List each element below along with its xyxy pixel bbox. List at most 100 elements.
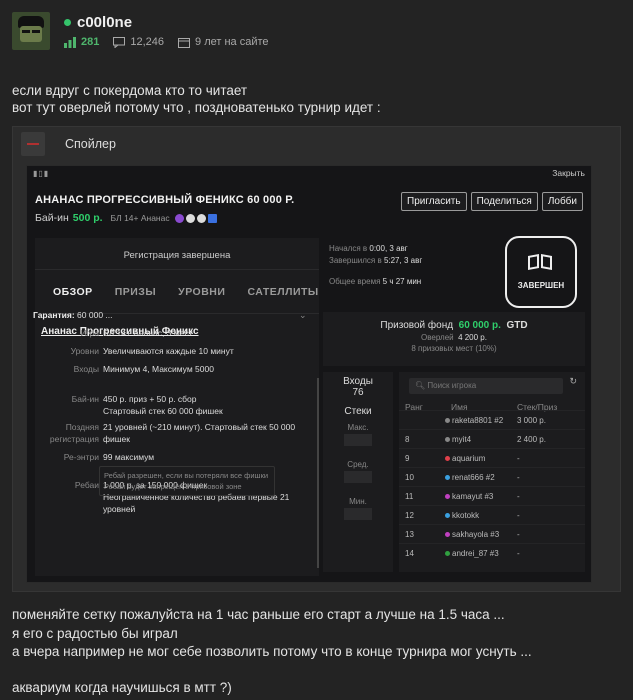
player-status-icon: [445, 513, 450, 518]
refresh-icon[interactable]: ↻: [569, 376, 577, 387]
player-row[interactable]: 11 kamayut #3 -: [399, 486, 585, 505]
spoiler-toggle[interactable]: Спойлер: [13, 127, 620, 161]
player-status-icon: [445, 418, 450, 423]
detail-key: Входы: [73, 364, 99, 374]
post-text-line: а вчера например не мог себе позволить п…: [12, 644, 532, 659]
tab-prizes[interactable]: ПРИЗЫ: [115, 286, 156, 298]
invite-button[interactable]: Пригласить: [401, 192, 467, 211]
rebuy-badge-icon: [185, 213, 195, 223]
finished-badge-label: ЗАВЕРШЕН: [517, 280, 565, 290]
prize-gtd: GTD: [506, 320, 528, 331]
tab-satellites[interactable]: САТЕЛЛИТЫ: [247, 286, 318, 298]
player-row[interactable]: 14 andrei_87 #3 -: [399, 543, 585, 562]
registration-status: Регистрация завершена: [35, 242, 319, 270]
stack-max-bar: [344, 434, 372, 446]
started-value: 0:00, 3 авг: [369, 244, 408, 253]
player-rank: 8: [405, 435, 410, 444]
stack-avg-bar: [344, 471, 372, 483]
username-link[interactable]: c00l0ne: [77, 14, 132, 31]
close-button[interactable]: Закрыть: [552, 168, 585, 178]
guarantee-value: 60 000 ...: [77, 310, 113, 320]
prize-pool-panel: Призовой фонд 60 000 р. GTD Оверлей 4 20…: [323, 312, 585, 366]
player-status-icon: [445, 456, 450, 461]
stack-min-label: Мин.: [349, 497, 367, 506]
detail-key: Уровни: [70, 346, 99, 356]
post-text-line: если вдруг с покердома кто то читает: [12, 83, 248, 98]
player-row[interactable]: 10 renat666 #2 -: [399, 467, 585, 486]
rebuy-note-line: Ребай разрешен, если вы потеряли все фиш…: [104, 471, 269, 480]
detail-value: 21 уровней (~210 минут). Стартовый стек …: [103, 422, 296, 432]
detail-value: Стартовый стек 60 000 фишек: [103, 406, 223, 416]
on-site-stat: 9 лет на сайте: [178, 36, 269, 48]
player-rank: 9: [405, 454, 410, 463]
player-row[interactable]: raketa8801 #2 3 000 р.: [399, 410, 585, 429]
player-rank: 13: [405, 530, 414, 539]
player-stack: 2 400 р.: [517, 435, 546, 444]
spoiler-icon: [21, 132, 45, 156]
search-placeholder: Поиск игрока: [427, 381, 477, 390]
tournament-screenshot: ▮▯▮ Закрыть АНАНАС ПРОГРЕССИВНЫЙ ФЕНИКС …: [26, 165, 592, 583]
detail-value: фишек: [103, 434, 131, 444]
finished-value: 5:27, 3 авг: [383, 256, 423, 265]
player-stack: 3 000 р.: [517, 416, 546, 425]
detail-value: БЛ 14+ Ананас, 3 мест: [103, 328, 193, 338]
detail-value: Минимум 4, Максимум 5000: [103, 364, 214, 374]
overlay-label: Оверлей: [421, 333, 454, 342]
share-button[interactable]: Поделиться: [470, 192, 538, 211]
overlay-value: 4 200 р.: [458, 333, 487, 342]
player-status-icon: [445, 494, 450, 499]
detail-key: Ре-энтри: [63, 452, 99, 462]
total-value: 5 ч 27 мин: [382, 277, 422, 286]
game-badge-icon: [174, 213, 184, 223]
prize-label: Призовой фонд: [380, 320, 454, 331]
lobby-button[interactable]: Лобби: [541, 192, 583, 211]
detail-value: уровней: [103, 504, 136, 514]
detail-key: Ребаи: [74, 480, 99, 490]
tournament-title: АНАНАС ПРОГРЕССИВНЫЙ ФЕНИКС 60 000 Р.: [35, 194, 295, 206]
player-name: andrei_87 #3: [445, 549, 499, 558]
entries-value: 76: [352, 387, 364, 398]
tab-overview[interactable]: ОБЗОР: [53, 286, 93, 298]
player-stack: -: [517, 549, 520, 558]
post-text-line: аквариум когда научишься в мтт ?): [12, 680, 232, 695]
finished-badge: ЗАВЕРШЕН: [505, 236, 577, 308]
player-name: aquarium: [445, 454, 485, 463]
stacks-label: Стеки: [344, 406, 372, 417]
stacks-panel: Входы 76 Стеки Макс. Сред. Мин.: [323, 372, 393, 572]
player-status-icon: [445, 551, 450, 556]
player-stack: -: [517, 473, 520, 482]
total-label: Общее время: [329, 277, 381, 286]
entries-label: Входы: [343, 376, 373, 387]
post-text-line: вот тут оверлей потому что , поздноватен…: [12, 100, 381, 115]
player-row[interactable]: 12 kkotokk -: [399, 505, 585, 524]
player-stack: -: [517, 492, 520, 501]
reputation-stat: 281: [64, 36, 99, 48]
detail-key: Игра: [80, 328, 99, 338]
player-search-input[interactable]: 🔍︎ Поиск игрока: [409, 378, 563, 394]
avatar[interactable]: [12, 12, 50, 50]
bounty-badge-icon: [207, 213, 217, 223]
player-row[interactable]: 8 myit4 2 400 р.: [399, 429, 585, 448]
detail-value: 450 р. приз + 50 р. сбор: [103, 394, 197, 404]
guarantee-line[interactable]: Гарантия: 60 000 ...: [33, 310, 113, 320]
speed-badge-icon: [196, 213, 206, 223]
buyin-label: Бай-ин: [35, 212, 69, 224]
started-label: Начался в: [329, 244, 368, 253]
player-status-icon: [445, 532, 450, 537]
tab-levels[interactable]: УРОВНИ: [178, 286, 225, 298]
online-status-icon: [64, 18, 71, 26]
reputation-icon: [64, 36, 76, 48]
reputation-value: 281: [81, 36, 100, 48]
player-stack: -: [517, 530, 520, 539]
player-rank: 11: [405, 492, 414, 501]
scrollbar[interactable]: [317, 378, 319, 568]
player-stack: -: [517, 454, 520, 463]
chevron-down-icon[interactable]: ⌄: [299, 310, 307, 321]
detail-key: Бай-ин: [71, 394, 99, 404]
guarantee-label: Гарантия:: [33, 310, 75, 320]
player-name: kamayut #3: [445, 492, 493, 501]
player-row[interactable]: 13 sakhayola #3 -: [399, 524, 585, 543]
player-row[interactable]: 9 aquarium -: [399, 448, 585, 467]
on-site-value: 9 лет на сайте: [195, 36, 269, 48]
logo-icon: ▮▯▮: [33, 168, 50, 178]
